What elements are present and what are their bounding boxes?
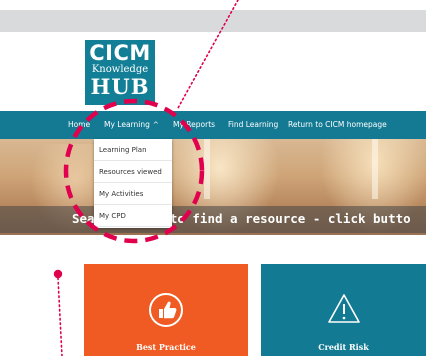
dropdown-item-my-activities[interactable]: My Activities xyxy=(94,183,172,205)
top-grey-strip xyxy=(0,10,426,32)
tile-best-practice-label: Best Practice xyxy=(136,342,196,352)
annotation-dot xyxy=(53,269,63,279)
nav-item-return-homepage[interactable]: Return to CICM homepage xyxy=(288,111,387,139)
nav-item-my-reports[interactable]: My Reports xyxy=(173,111,215,139)
tile-credit-risk[interactable]: Credit Risk xyxy=(261,264,426,356)
nav-item-my-learning-label: My Learning xyxy=(104,120,150,129)
nav-item-find-learning[interactable]: Find Learning xyxy=(228,111,278,139)
warning-icon xyxy=(326,292,362,330)
nav-item-home[interactable]: Home xyxy=(68,111,90,139)
dropdown-item-resources-viewed[interactable]: Resources viewed xyxy=(94,161,172,183)
my-learning-dropdown: Learning Plan Resources viewed My Activi… xyxy=(94,139,172,228)
logo-text-hub: HUB xyxy=(90,74,150,99)
annotation-leader-line-bottom xyxy=(57,277,63,356)
chevron-up-icon: ^ xyxy=(152,121,159,129)
tile-credit-risk-label: Credit Risk xyxy=(318,342,369,352)
thumbs-up-icon xyxy=(148,292,184,332)
banner-window xyxy=(372,139,378,199)
logo-text-cicm: CICM xyxy=(89,41,151,65)
dropdown-item-learning-plan[interactable]: Learning Plan xyxy=(94,139,172,161)
tile-best-practice[interactable]: Best Practice xyxy=(84,264,248,356)
main-nav: Home My Learning ^ My Reports Find Learni… xyxy=(0,111,426,139)
banner-window xyxy=(204,139,210,199)
cicm-logo[interactable]: CICM Knowledge HUB xyxy=(85,40,155,105)
dropdown-item-my-cpd[interactable]: My CPD xyxy=(94,205,172,227)
nav-item-my-learning[interactable]: My Learning ^ xyxy=(104,111,159,139)
